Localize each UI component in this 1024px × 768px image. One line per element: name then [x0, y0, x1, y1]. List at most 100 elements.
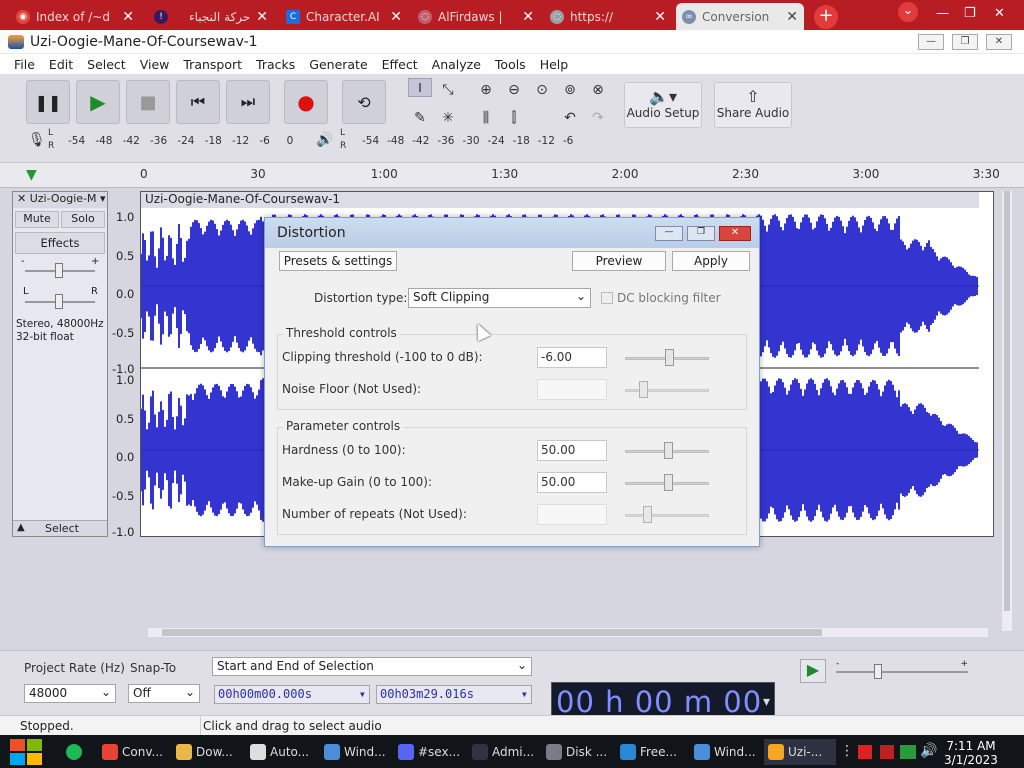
horizontal-scrollbar[interactable] [148, 628, 988, 637]
makeup-gain-input[interactable]: 50.00 [537, 472, 607, 493]
clipping-threshold-input[interactable]: -6.00 [537, 347, 607, 368]
apply-button[interactable]: Apply [672, 251, 750, 271]
snap-to-select[interactable]: Off ⌄ [128, 684, 200, 703]
close-tab-icon[interactable]: ✕ [522, 9, 534, 25]
effects-button[interactable]: Effects [15, 232, 105, 254]
timeline-ruler[interactable]: ▼ 0 30 1:00 1:30 2:00 2:30 3:00 3:30 [0, 162, 1024, 188]
play-button[interactable]: ▶ [76, 80, 120, 124]
taskbar-item[interactable]: Uzi-... [764, 739, 836, 765]
taskbar-spotify[interactable] [62, 739, 86, 765]
browser-tab-active[interactable]: ∞ Conversion ✕ [676, 3, 804, 30]
playback-meter[interactable]: 🔊 L R -54 -48 -42 -36 -30 -24 -18 -12 -6 [312, 128, 592, 156]
browser-tab[interactable]: ◌ AlFirdaws | ✕ [412, 3, 540, 30]
gain-slider[interactable] [25, 263, 95, 278]
windows-start-icon[interactable] [10, 739, 42, 765]
dialog-close-button[interactable]: ✕ [719, 226, 751, 241]
menu-effect[interactable]: Effect [375, 57, 425, 72]
taskbar-item[interactable]: Disk ... [542, 739, 614, 765]
taskbar-item[interactable]: Free... [616, 739, 688, 765]
taskbar-item[interactable]: #sex... [394, 739, 466, 765]
app-minimize-button[interactable]: — [918, 34, 944, 50]
selection-end-time[interactable]: 00h03m29.016s ▾ [376, 685, 532, 704]
audio-setup-button[interactable]: 🔈▾ Audio Setup [624, 82, 702, 128]
selection-start-time[interactable]: 00h00m00.000s ▾ [214, 685, 370, 704]
new-tab-button[interactable]: + [814, 5, 838, 29]
taskbar-item[interactable]: Wind... [690, 739, 762, 765]
zoom-toggle-button[interactable]: ⊗ [586, 78, 610, 102]
play-speed-slider[interactable]: - + [836, 659, 968, 679]
close-tab-icon[interactable]: ✕ [786, 9, 798, 25]
tray-more-icon[interactable]: ⋮ [840, 743, 854, 759]
clipping-threshold-slider[interactable] [625, 349, 709, 366]
menu-file[interactable]: File [7, 57, 42, 72]
project-rate-select[interactable]: 48000 ⌄ [24, 684, 116, 703]
record-button[interactable]: ● [284, 80, 328, 124]
taskbar-item[interactable]: Dow... [172, 739, 244, 765]
menu-tracks[interactable]: Tracks [249, 57, 302, 72]
trim-button[interactable]: ⫼ [474, 106, 498, 130]
flag-icon[interactable] [858, 745, 872, 759]
menu-tools[interactable]: Tools [488, 57, 533, 72]
play-at-speed-button[interactable]: ▶ [800, 659, 826, 683]
skip-to-end-button[interactable]: ⏭ [226, 80, 270, 124]
share-audio-button[interactable]: ⇧ Share Audio [714, 82, 792, 128]
window-minimize-button[interactable]: — [936, 6, 949, 21]
close-tab-icon[interactable]: ✕ [122, 9, 134, 25]
browser-tab[interactable]: ◉ Index of /~d ✕ [10, 3, 140, 30]
presets-settings-button[interactable]: Presets & settings [279, 251, 397, 271]
browser-tab[interactable]: ! حركة النجباء ✕ [148, 3, 274, 30]
solo-button[interactable]: Solo [61, 211, 105, 228]
selection-tool[interactable]: I [408, 78, 432, 97]
menu-help[interactable]: Help [533, 57, 576, 72]
hardness-input[interactable]: 50.00 [537, 440, 607, 461]
menu-select[interactable]: Select [80, 57, 133, 72]
vertical-scrollbar[interactable] [1002, 191, 1012, 631]
dialog-maximize-button[interactable]: ❐ [687, 226, 715, 241]
track-close-icon[interactable]: ✕ [17, 192, 26, 205]
distortion-type-select[interactable]: Soft Clipping ⌄ [408, 288, 591, 308]
window-close-button[interactable]: ✕ [994, 6, 1005, 21]
select-track-button[interactable]: Select [45, 522, 79, 535]
app-maximize-button[interactable]: ❐ [952, 34, 978, 50]
zoom-in-button[interactable]: ⊕ [474, 78, 498, 102]
close-tab-icon[interactable]: ✕ [654, 9, 666, 25]
app-close-button[interactable]: ✕ [986, 34, 1012, 50]
skip-to-start-button[interactable]: ⏮ [176, 80, 220, 124]
loop-button[interactable]: ⟲ [342, 80, 386, 124]
menu-analyze[interactable]: Analyze [425, 57, 488, 72]
taskbar-item[interactable]: Wind... [320, 739, 392, 765]
menu-view[interactable]: View [133, 57, 177, 72]
taskbar-item[interactable]: Auto... [246, 739, 318, 765]
menu-generate[interactable]: Generate [302, 57, 374, 72]
draw-tool[interactable]: ✎ [408, 106, 432, 130]
clock[interactable]: 7:11 AM 3/1/2023 [944, 739, 998, 767]
stop-button[interactable]: ■ [126, 80, 170, 124]
menu-edit[interactable]: Edit [42, 57, 80, 72]
tab-search-dropdown-icon[interactable]: ⌄ [898, 2, 918, 22]
close-tab-icon[interactable]: ✕ [390, 9, 402, 25]
network-icon[interactable] [900, 745, 916, 759]
pause-button[interactable]: ❚❚ [26, 80, 70, 124]
fit-project-button[interactable]: ⊚ [558, 78, 582, 102]
dc-blocking-checkbox[interactable] [601, 292, 613, 304]
zoom-out-button[interactable]: ⊖ [502, 78, 526, 102]
clip-name[interactable]: Uzi-Oogie-Mane-Of-Coursewav-1 [141, 192, 979, 208]
hardness-slider[interactable] [625, 442, 709, 459]
record-meter[interactable]: 🎙 L R -54 -48 -42 -36 -24 -18 -12 -6 0 [24, 128, 294, 156]
taskbar-item[interactable]: Admi... [468, 739, 540, 765]
envelope-tool[interactable]: ⤡ [436, 78, 460, 102]
silence-button[interactable]: ⫿ [502, 106, 526, 130]
multi-tool[interactable]: ✳ [436, 106, 460, 130]
browser-tab[interactable]: ◌ https:// ✕ [544, 3, 672, 30]
menu-transport[interactable]: Transport [176, 57, 249, 72]
window-restore-button[interactable]: ❐ [964, 6, 976, 21]
undo-button[interactable]: ↶ [558, 106, 582, 130]
audio-tray-icon[interactable] [880, 745, 894, 759]
close-tab-icon[interactable]: ✕ [256, 9, 268, 25]
redo-button[interactable]: ↷ [586, 106, 610, 130]
mute-button[interactable]: Mute [15, 211, 59, 228]
dialog-minimize-button[interactable]: — [655, 226, 683, 241]
collapse-up-icon[interactable]: ▲ [17, 522, 25, 533]
selection-mode-select[interactable]: Start and End of Selection ⌄ [212, 657, 532, 676]
browser-tab[interactable]: C Character.AI ✕ [280, 3, 408, 30]
